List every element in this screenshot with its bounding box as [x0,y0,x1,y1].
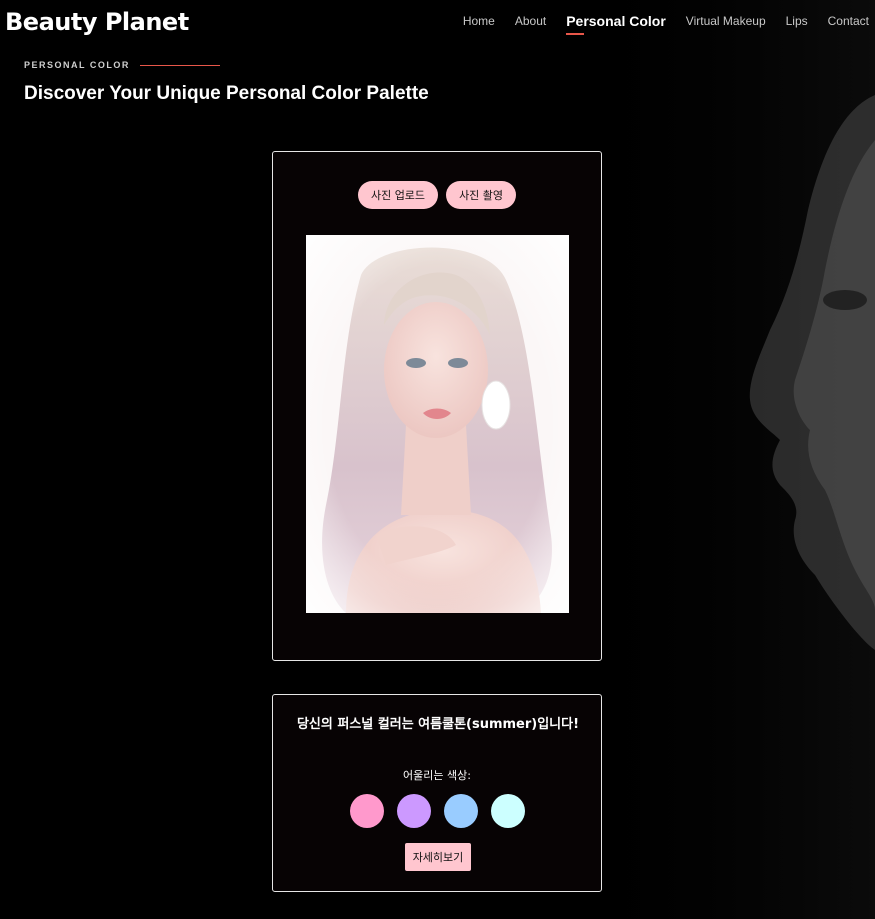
nav-personal-color[interactable]: Personal Color [566,13,666,35]
upload-button-row: 사진 업로드 사진 촬영 [273,181,601,209]
color-swatch [490,794,525,828]
eyebrow-divider [139,64,220,66]
nav-contact[interactable]: Contact [828,14,869,28]
nav-home[interactable]: Home [463,14,495,28]
uploaded-portrait-photo [306,235,569,613]
photo-capture-button[interactable]: 사진 촬영 [446,181,517,209]
nav-lips[interactable]: Lips [786,14,808,28]
main-nav: Home About Personal Color Virtual Makeup… [463,13,869,35]
section-eyebrow: PERSONAL COLOR [24,60,220,70]
nav-virtual-makeup[interactable]: Virtual Makeup [686,14,766,28]
color-swatch-row [273,794,601,828]
view-details-button[interactable]: 자세히보기 [405,843,471,871]
color-swatch [396,794,431,828]
nav-about[interactable]: About [515,14,546,28]
photo-upload-panel: 사진 업로드 사진 촬영 [272,151,602,661]
matching-colors-label: 어울리는 색상: [403,769,471,782]
eyebrow-label: PERSONAL COLOR [24,60,130,70]
personal-color-result-panel: 당신의 퍼스널 컬러는 여름쿨톤(summer)입니다! 어울리는 색상: 자세… [272,694,602,892]
top-header: Beauty Planet Home About Personal Color … [0,0,875,46]
page-title: Discover Your Unique Personal Color Pale… [24,83,429,104]
color-swatch [443,794,478,828]
result-title: 당신의 퍼스널 컬러는 여름쿨톤(summer)입니다! [296,717,580,732]
photo-upload-button[interactable]: 사진 업로드 [357,181,439,209]
site-logo[interactable]: Beauty Planet [5,8,189,36]
color-swatch [349,794,384,828]
